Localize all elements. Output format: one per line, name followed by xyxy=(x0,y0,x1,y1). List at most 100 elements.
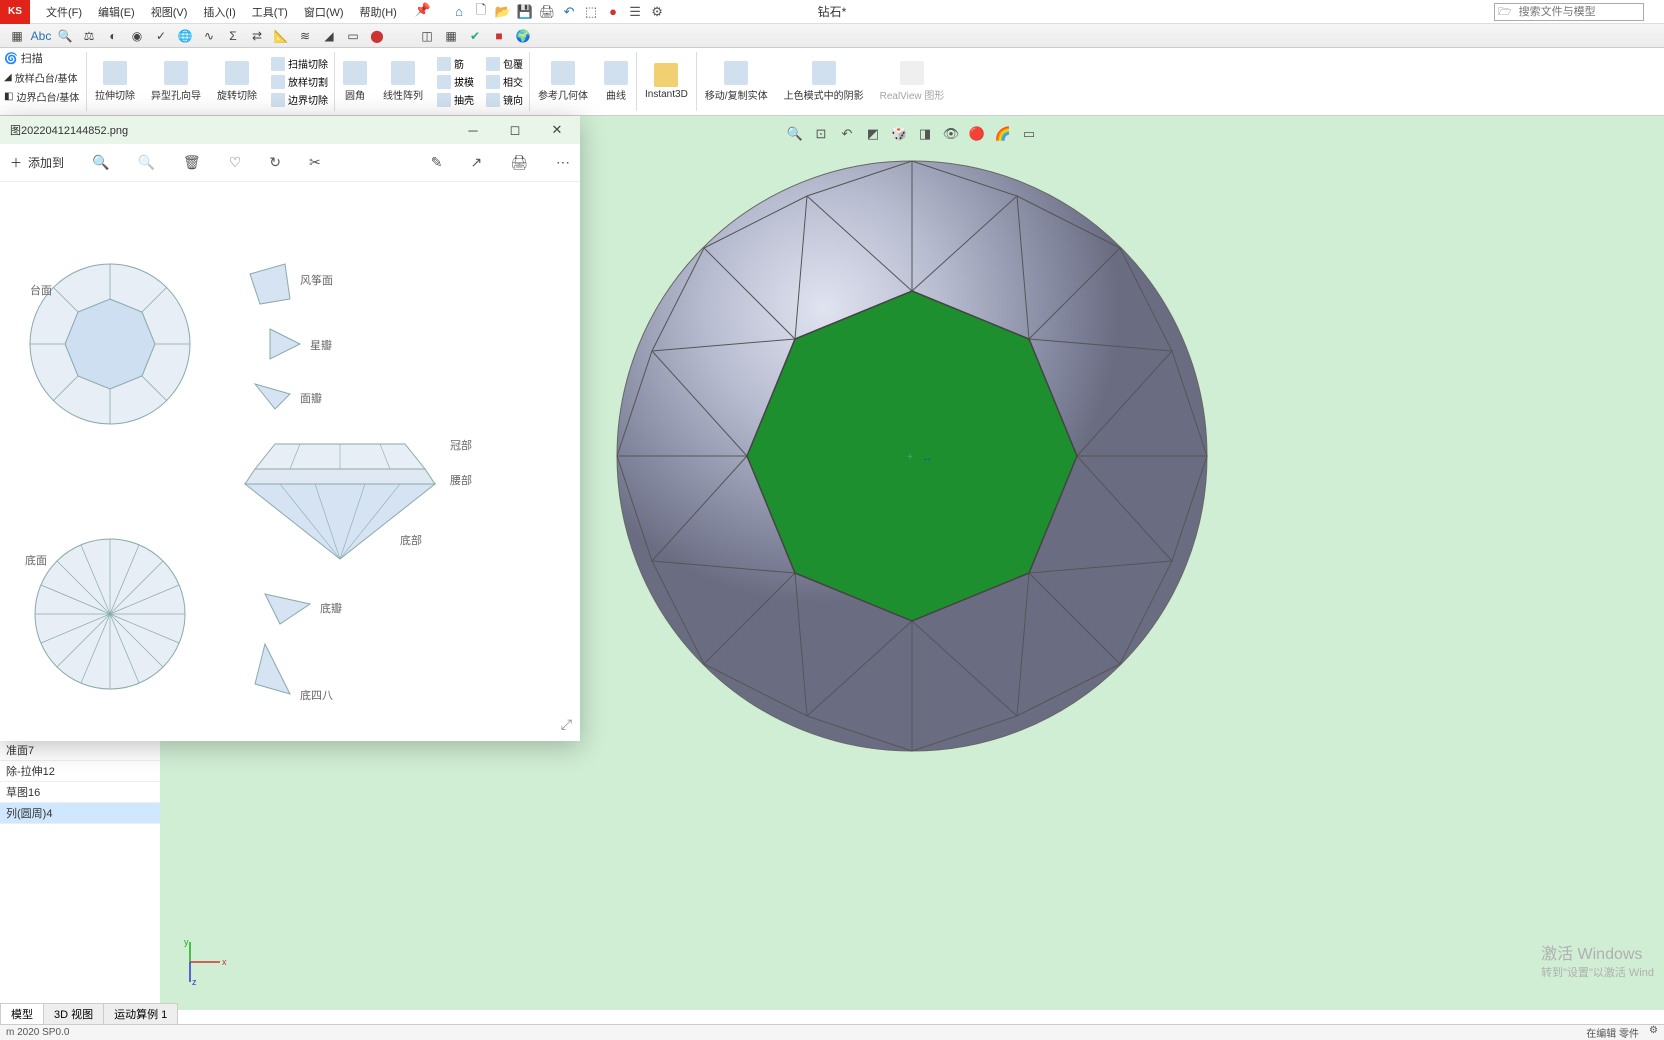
minimize-button[interactable]: ─ xyxy=(454,118,492,142)
previous-view-icon[interactable]: ↶ xyxy=(837,124,857,144)
shadow-button[interactable]: 上色模式中的阴影 xyxy=(776,59,872,104)
globe-icon[interactable]: 🌐 xyxy=(176,27,194,45)
alert-icon[interactable]: ⬤ xyxy=(368,27,386,45)
fillet-button[interactable]: 圆角 xyxy=(335,59,375,104)
scan-cut-button[interactable]: 扫描切除 xyxy=(269,55,330,72)
photos-app-window[interactable]: 图20220412144852.png ─ ◻ ✕ ＋添加到 🔍 🔍 🗑 ♡ ↻… xyxy=(0,116,580,741)
menu-tools[interactable]: 工具(T) xyxy=(246,2,294,22)
wrap-button[interactable]: 包覆 xyxy=(484,55,525,72)
undo-icon[interactable]: ↶ xyxy=(561,4,577,20)
menu-window[interactable]: 窗口(W) xyxy=(298,2,350,22)
linear-pattern-button[interactable]: 线性阵列 xyxy=(375,59,431,104)
appearance-icon[interactable]: 🔴 xyxy=(967,124,987,144)
feature-tree[interactable]: 准面7 除-拉伸12 草图16 列(圆周)4 xyxy=(0,740,160,824)
tab-motion[interactable]: 运动算例 1 xyxy=(103,1003,178,1024)
world-icon[interactable]: 🌍 xyxy=(514,27,532,45)
menu-edit[interactable]: 编辑(E) xyxy=(92,2,141,22)
hide-show-icon[interactable]: 👁 xyxy=(941,124,961,144)
delete-icon[interactable]: 🗑 xyxy=(183,154,201,171)
tool-icon[interactable]: ▦ xyxy=(8,27,26,45)
tree-item[interactable]: 草图16 xyxy=(0,782,160,803)
search-box[interactable]: 🗁 🔍 xyxy=(1494,3,1644,21)
balance-icon[interactable]: ⚖ xyxy=(80,27,98,45)
hole-wizard-button[interactable]: 异型孔向导 xyxy=(143,59,209,104)
zoom-in-icon[interactable]: 🔍 xyxy=(92,154,109,171)
close-button[interactable]: ✕ xyxy=(538,118,576,142)
curve-icon[interactable]: ∿ xyxy=(200,27,218,45)
tree-item[interactable]: 列(圆周)4 xyxy=(0,803,160,824)
save-icon[interactable]: 💾 xyxy=(517,4,533,20)
crop-icon[interactable]: ✂ xyxy=(309,154,321,171)
custom-icon[interactable]: ⚙ xyxy=(1649,1025,1658,1040)
ok-icon[interactable]: ✔ xyxy=(466,27,484,45)
tab-3dview[interactable]: 3D 视图 xyxy=(43,1003,104,1024)
cancel-icon[interactable]: ■ xyxy=(490,27,508,45)
share-icon[interactable]: ↗ xyxy=(470,154,482,171)
photos-titlebar[interactable]: 图20220412144852.png ─ ◻ ✕ xyxy=(0,116,580,144)
diamond-3d-model[interactable]: + ↔ xyxy=(612,156,1212,756)
tab-model[interactable]: 模型 xyxy=(0,1003,44,1024)
home-icon[interactable]: ⌂ xyxy=(451,4,467,20)
rebuild-icon[interactable]: ● xyxy=(605,4,621,20)
sigma-icon[interactable]: Σ xyxy=(224,27,242,45)
more-icon[interactable]: ⋯ xyxy=(556,154,570,171)
section-icon[interactable]: ◐ xyxy=(104,27,122,45)
assembly-icon[interactable]: ◫ xyxy=(418,27,436,45)
ribbon-loft[interactable]: ◢放样凸台/基体 xyxy=(0,68,86,87)
pin-icon[interactable]: 📌 xyxy=(407,2,439,22)
search-input[interactable] xyxy=(1515,6,1664,18)
rib-button[interactable]: 筋 xyxy=(435,55,476,72)
instant3d-button[interactable]: Instant3D xyxy=(637,48,696,115)
draft-icon[interactable]: ◢ xyxy=(320,27,338,45)
boundary-cut-button[interactable]: 边界切除 xyxy=(269,91,330,108)
menu-view[interactable]: 视图(V) xyxy=(145,2,194,22)
open-icon[interactable]: 📂 xyxy=(495,4,511,20)
extrude-cut-button[interactable]: 拉伸切除 xyxy=(87,59,143,104)
draft-button[interactable]: 拔模 xyxy=(435,73,476,90)
menu-file[interactable]: 文件(F) xyxy=(40,2,88,22)
scene-icon[interactable]: 🌈 xyxy=(993,124,1013,144)
ribbon-boundary[interactable]: ◧边界凸台/基体 xyxy=(0,87,86,106)
measure-icon[interactable]: 🔍 xyxy=(56,27,74,45)
resize-handle-icon[interactable]: ⤢ xyxy=(561,716,572,733)
rotate-icon[interactable]: ↻ xyxy=(269,154,281,171)
select-icon[interactable]: ⬚ xyxy=(583,4,599,20)
section-view-icon[interactable]: ◩ xyxy=(863,124,883,144)
deviation-icon[interactable]: 📐 xyxy=(272,27,290,45)
revolve-cut-button[interactable]: 旋转切除 xyxy=(209,59,265,104)
move-copy-button[interactable]: 移动/复制实体 xyxy=(697,59,776,104)
add-to-button[interactable]: ＋添加到 xyxy=(10,154,64,171)
tree-item[interactable]: 除-拉伸12 xyxy=(0,761,160,782)
intersect-button[interactable]: 相交 xyxy=(484,73,525,90)
check-icon[interactable]: ✓ xyxy=(152,27,170,45)
tree-item[interactable]: 准面7 xyxy=(0,740,160,761)
realview-button[interactable]: RealView 图形 xyxy=(872,59,953,104)
maximize-button[interactable]: ◻ xyxy=(496,118,534,142)
menu-help[interactable]: 帮助(H) xyxy=(354,2,403,22)
mirror-button[interactable]: 镜向 xyxy=(484,91,525,108)
zoom-area-icon[interactable]: ⊡ xyxy=(811,124,831,144)
compare-icon[interactable]: ⇄ xyxy=(248,27,266,45)
favorite-icon[interactable]: ♡ xyxy=(229,154,242,171)
zoom-out-icon[interactable]: 🔍 xyxy=(137,154,154,171)
render-icon[interactable]: ▦ xyxy=(442,27,460,45)
zoom-fit-icon[interactable]: 🔍 xyxy=(785,124,805,144)
viewport-icon[interactable]: ▭ xyxy=(1019,124,1039,144)
annotate-icon[interactable]: Abc xyxy=(32,27,50,45)
edit-icon[interactable]: ✎ xyxy=(431,154,443,171)
thickness-icon[interactable]: ▭ xyxy=(344,27,362,45)
print-icon[interactable]: 🖨 xyxy=(510,154,528,171)
ribbon-scan[interactable]: 🌀扫描 xyxy=(0,48,86,68)
new-icon[interactable]: 🗋 xyxy=(473,4,489,20)
eval-icon[interactable]: ◉ xyxy=(128,27,146,45)
photos-image-area[interactable]: 台面 风筝面 星瓣 面瓣 冠部 腰部 底部 xyxy=(0,182,580,741)
print-icon[interactable]: 🖨 xyxy=(539,4,555,20)
view-orient-icon[interactable]: 🎲 xyxy=(889,124,909,144)
curve-button[interactable]: 曲线 xyxy=(596,59,636,104)
ref-geometry-button[interactable]: 参考几何体 xyxy=(530,59,596,104)
menu-insert[interactable]: 插入(I) xyxy=(197,2,241,22)
shell-button[interactable]: 抽壳 xyxy=(435,91,476,108)
options-icon[interactable]: ☰ xyxy=(627,4,643,20)
loft-cut-button[interactable]: 放样切割 xyxy=(269,73,330,90)
display-style-icon[interactable]: ◨ xyxy=(915,124,935,144)
